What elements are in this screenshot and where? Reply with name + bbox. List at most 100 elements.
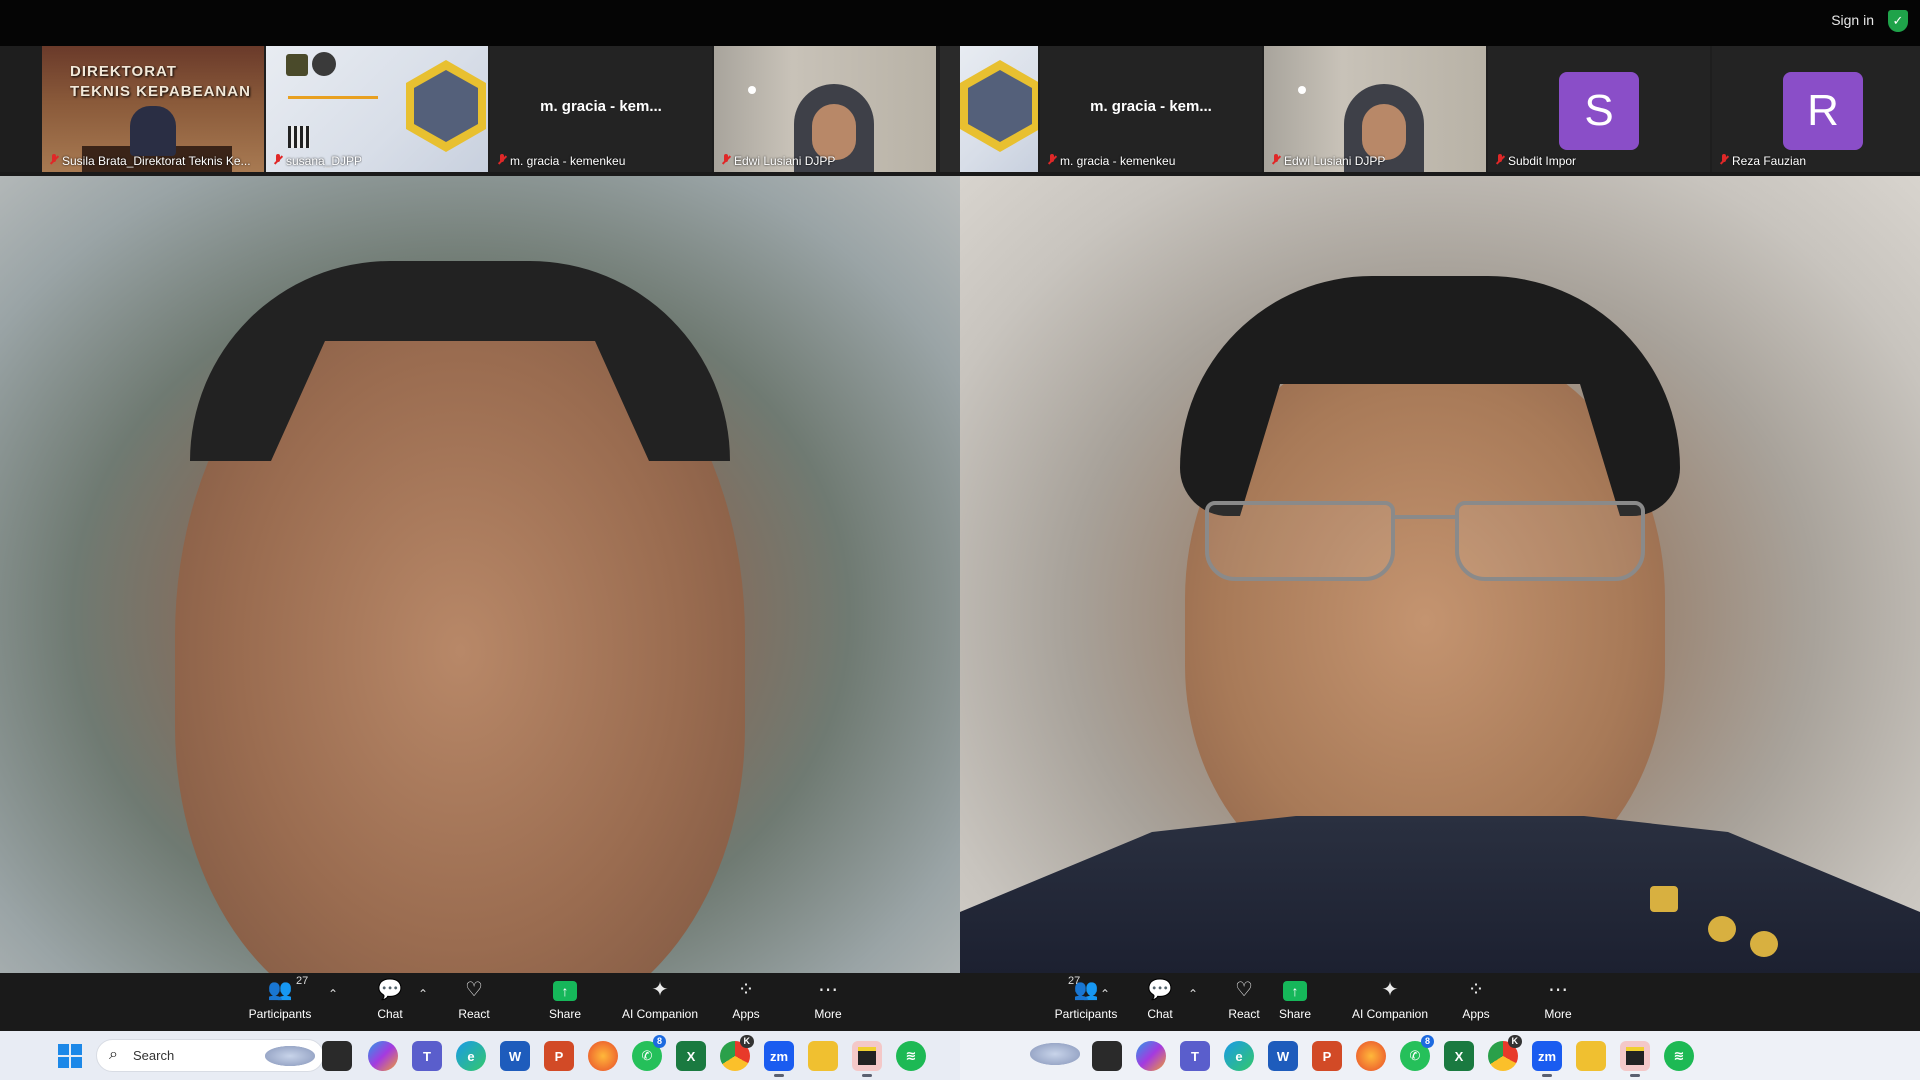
zoom-icon[interactable]: zm bbox=[764, 1041, 794, 1077]
ai-companion-button[interactable]: ✦ AI Companion bbox=[1346, 977, 1434, 1027]
qr-code-icon bbox=[288, 126, 310, 148]
ai-companion-button[interactable]: ✦ AI Companion bbox=[616, 977, 704, 1027]
powerpoint-icon[interactable]: P bbox=[1312, 1041, 1342, 1071]
search-box[interactable]: ⌕ Search bbox=[96, 1039, 324, 1072]
face bbox=[812, 104, 856, 160]
zoom-icon[interactable]: zm bbox=[1532, 1041, 1562, 1077]
chevron-up-icon[interactable]: ⌃ bbox=[1100, 987, 1110, 1001]
chevron-up-icon[interactable]: ⌃ bbox=[418, 987, 428, 1001]
participants-button[interactable]: 👥 Participants bbox=[1050, 977, 1122, 1027]
chat-button[interactable]: 💬 Chat bbox=[1136, 977, 1184, 1027]
edge-icon[interactable]: e bbox=[1224, 1041, 1254, 1071]
more-button[interactable]: ⋯ More bbox=[808, 977, 848, 1027]
word-icon[interactable]: W bbox=[1268, 1041, 1298, 1071]
participant-name: Subdit Impor bbox=[1496, 154, 1576, 168]
active-speaker-video[interactable] bbox=[960, 176, 1920, 973]
participant-name: susana_DJPP bbox=[274, 154, 362, 168]
heart-icon: ♡ bbox=[1235, 979, 1253, 1001]
participant-thumbnail[interactable]: m. gracia - kem... m. gracia - kemenkeu bbox=[1040, 46, 1262, 172]
share-icon: ↑ bbox=[540, 977, 590, 1003]
sign-in-link[interactable]: Sign in bbox=[1831, 12, 1874, 28]
ai-companion-label: AI Companion bbox=[1351, 1007, 1429, 1021]
excel-icon[interactable]: X bbox=[1444, 1041, 1474, 1071]
chat-button[interactable]: 💬 Chat bbox=[366, 977, 414, 1027]
whatsapp-icon[interactable]: ✆ 8 bbox=[1400, 1035, 1434, 1071]
participant-thumbnail[interactable]: R Reza Fauzian bbox=[1712, 46, 1920, 172]
participant-center-label: m. gracia - kem... bbox=[540, 98, 662, 115]
share-button[interactable]: ↑ Share bbox=[1270, 977, 1320, 1027]
lens bbox=[1455, 501, 1645, 581]
rank-star bbox=[1750, 931, 1778, 957]
taskbar-right: T e W P ✆ 8 X K zm ≋ bbox=[960, 1031, 1920, 1080]
copilot-icon[interactable] bbox=[1136, 1041, 1166, 1071]
chrome-icon[interactable]: K bbox=[720, 1035, 754, 1071]
taskbar-left: ⌕ Search T e W P ✆ 8 X K zm ≋ bbox=[0, 1031, 960, 1080]
more-button[interactable]: ⋯ More bbox=[1538, 977, 1578, 1027]
word-icon[interactable]: W bbox=[500, 1041, 530, 1071]
sticky-notes-icon[interactable] bbox=[1620, 1041, 1650, 1077]
chat-icon: 💬 bbox=[377, 979, 403, 1001]
chevron-up-icon[interactable]: ⌃ bbox=[1188, 987, 1198, 1001]
participant-thumbnail[interactable]: S Subdit Impor bbox=[1488, 46, 1710, 172]
participant-name: Edwi Lusiani DJPP bbox=[1272, 154, 1385, 168]
whatsapp-icon[interactable]: ✆ 8 bbox=[632, 1035, 666, 1071]
logo-icon bbox=[286, 54, 308, 76]
task-view-icon[interactable] bbox=[322, 1041, 352, 1071]
participant-thumbnail[interactable]: m. gracia - kem... m. gracia - kemenkeu bbox=[490, 46, 712, 172]
sticky-note-glyph bbox=[1626, 1047, 1644, 1065]
copilot-icon[interactable] bbox=[368, 1041, 398, 1071]
mic-muted-icon bbox=[50, 154, 58, 166]
share-button[interactable]: ↑ Share bbox=[540, 977, 590, 1027]
react-button[interactable]: ♡ React bbox=[452, 977, 496, 1027]
participant-thumbnail[interactable]: Edwi Lusiani DJPP bbox=[714, 46, 936, 172]
word-letter: W bbox=[1276, 1048, 1290, 1064]
excel-icon[interactable]: X bbox=[676, 1041, 706, 1071]
participant-name-text: Subdit Impor bbox=[1508, 154, 1577, 168]
more-label: More bbox=[814, 1007, 842, 1021]
teams-icon[interactable]: T bbox=[412, 1041, 442, 1071]
apps-button[interactable]: ⁘ Apps bbox=[726, 977, 766, 1027]
participant-name: Susila Brata_Direktorat Teknis Ke... bbox=[50, 154, 251, 168]
file-explorer-icon[interactable] bbox=[1576, 1041, 1606, 1071]
glasses-bridge bbox=[1391, 515, 1459, 519]
powerpoint-icon[interactable]: P bbox=[544, 1041, 574, 1071]
chevron-up-icon[interactable]: ⌃ bbox=[328, 987, 338, 1001]
windows-start-icon[interactable] bbox=[58, 1044, 82, 1068]
firefox-icon[interactable] bbox=[588, 1041, 618, 1071]
sign-line: TEKNIS KEPABEANAN bbox=[70, 83, 251, 100]
apps-button[interactable]: ⁘ Apps bbox=[1456, 977, 1496, 1027]
mic-muted-icon bbox=[1048, 154, 1056, 166]
ai-companion-label: AI Companion bbox=[621, 1007, 699, 1021]
profile-badge: K bbox=[739, 1035, 754, 1048]
participant-thumbnail[interactable]: susana_DJPP bbox=[266, 46, 488, 172]
participant-thumbnail[interactable]: Edwi Lusiani DJPP bbox=[1264, 46, 1486, 172]
react-button[interactable]: ♡ React bbox=[1222, 977, 1266, 1027]
zoom-window-left: DIREKTORAT TEKNIS KEPABEANAN Susila Brat… bbox=[0, 46, 960, 1031]
spotify-icon[interactable]: ≋ bbox=[896, 1041, 926, 1071]
notification-badge: 8 bbox=[1420, 1035, 1434, 1048]
partial-thumbnail[interactable] bbox=[960, 46, 1038, 172]
participant-name: m. gracia - kemenkeu bbox=[1048, 154, 1175, 168]
edge-icon[interactable]: e bbox=[456, 1041, 486, 1071]
thumbnail-strip: DIREKTORAT TEKNIS KEPABEANAN Susila Brat… bbox=[0, 46, 960, 172]
more-icon: ⋯ bbox=[818, 979, 838, 1001]
teams-icon[interactable]: T bbox=[1180, 1041, 1210, 1071]
ceiling-light bbox=[1298, 86, 1306, 94]
react-label: React bbox=[458, 1007, 490, 1021]
active-speaker-video[interactable] bbox=[0, 176, 960, 973]
logo-icon bbox=[312, 52, 336, 76]
avatar: S bbox=[1559, 72, 1639, 150]
share-icon: ↑ bbox=[1270, 977, 1320, 1003]
sticky-notes-icon[interactable] bbox=[852, 1041, 882, 1077]
participants-label: Participants bbox=[248, 1007, 312, 1021]
participant-name-text: Susila Brata_Direktorat Teknis Ke... bbox=[62, 154, 251, 168]
search-icon: ⌕ bbox=[109, 1046, 118, 1063]
spotify-icon[interactable]: ≋ bbox=[1664, 1041, 1694, 1071]
task-view-icon[interactable] bbox=[1092, 1041, 1122, 1071]
file-explorer-icon[interactable] bbox=[808, 1041, 838, 1071]
participant-thumbnail[interactable]: DIREKTORAT TEKNIS KEPABEANAN Susila Brat… bbox=[42, 46, 264, 172]
chrome-icon[interactable]: K bbox=[1488, 1035, 1522, 1071]
sticky-note-glyph bbox=[858, 1047, 876, 1065]
excel-letter: X bbox=[1454, 1048, 1464, 1064]
firefox-icon[interactable] bbox=[1356, 1041, 1386, 1071]
